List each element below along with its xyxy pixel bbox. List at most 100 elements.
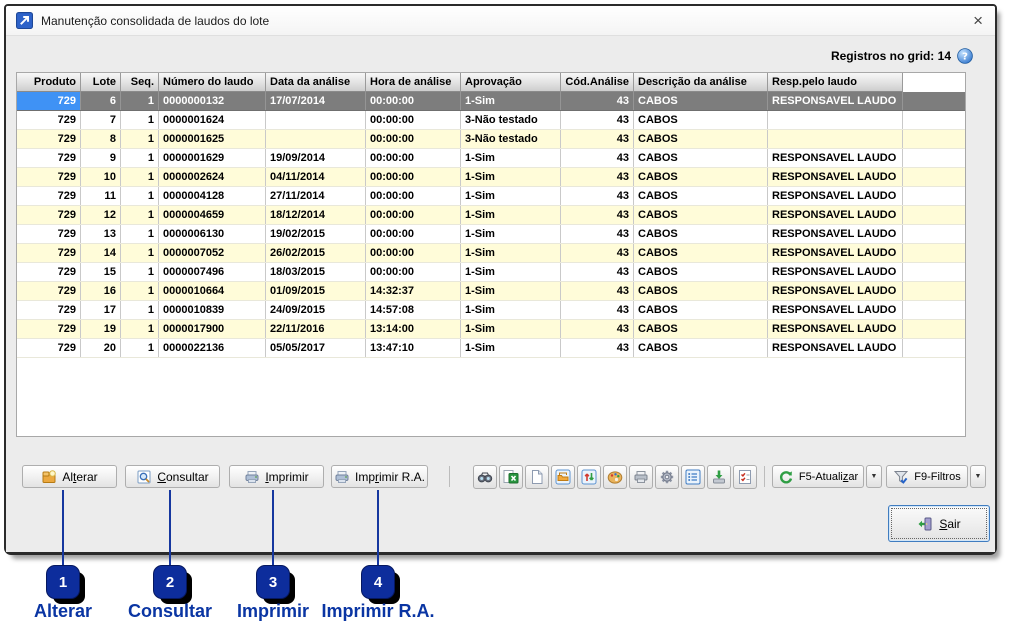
grid-row[interactable]: 729201000002213605/05/201713:47:101-Sim4…: [17, 339, 965, 358]
grid-row[interactable]: 729151000000749618/03/201500:00:001-Sim4…: [17, 263, 965, 282]
grid-cell: 729: [17, 282, 81, 300]
grid-row[interactable]: 729161000001066401/09/201514:32:371-Sim4…: [17, 282, 965, 301]
grid-row[interactable]: 729131000000613019/02/201500:00:001-Sim4…: [17, 225, 965, 244]
grid-cell: 24/09/2015: [266, 301, 366, 319]
column-header[interactable]: Data da análise: [266, 73, 366, 92]
printer-small-button[interactable]: [629, 465, 653, 489]
imprimir-button[interactable]: Imprimir: [229, 465, 324, 488]
grid-cell: 17/07/2014: [266, 92, 366, 110]
grid-cell: RESPONSAVEL LAUDO: [768, 187, 903, 205]
column-header[interactable]: Hora de análise: [366, 73, 461, 92]
f5-atualizar-dropdown[interactable]: ▼: [866, 465, 882, 488]
grid-cell: 1: [121, 339, 159, 357]
grid-cell: 1: [121, 149, 159, 167]
printer-icon: [244, 469, 260, 485]
sort-columns-button[interactable]: [577, 465, 601, 489]
grid-row[interactable]: 729121000000465918/12/201400:00:001-Sim4…: [17, 206, 965, 225]
grid-cell: 729: [17, 320, 81, 338]
grid-cell: 43: [561, 168, 634, 186]
grid-row[interactable]: 72971000000162400:00:003-Não testado43CA…: [17, 111, 965, 130]
consultar-button[interactable]: Consultar: [125, 465, 220, 488]
grid-cell: 10: [81, 168, 121, 186]
grid-cell: 8: [81, 130, 121, 148]
grid-cell: 04/11/2014: [266, 168, 366, 186]
grid-cell: 43: [561, 263, 634, 281]
exit-button[interactable]: Sair: [888, 505, 990, 542]
grid-cell: 1: [121, 111, 159, 129]
grid-row[interactable]: 729111000000412827/11/201400:00:001-Sim4…: [17, 187, 965, 206]
grid-cell: 1: [121, 263, 159, 281]
grid-cell: 17: [81, 301, 121, 319]
f5-atualizar-label: F5-Atualizar: [799, 471, 858, 483]
column-header[interactable]: Resp.pelo laudo: [768, 73, 903, 92]
grid-row[interactable]: 729141000000705226/02/201500:00:001-Sim4…: [17, 244, 965, 263]
f5-atualizar-button[interactable]: F5-Atualizar: [772, 465, 864, 488]
dialog-window: Manutenção consolidada de laudos do lote…: [4, 4, 997, 555]
grid-cell: 18/03/2015: [266, 263, 366, 281]
grid-cell: CABOS: [634, 111, 768, 129]
grid-cell: 13: [81, 225, 121, 243]
column-header[interactable]: Número do laudo: [159, 73, 266, 92]
grid-cell: 00:00:00: [366, 244, 461, 262]
download-button[interactable]: [707, 465, 731, 489]
grid-cell: CABOS: [634, 320, 768, 338]
close-button[interactable]: ×: [971, 12, 985, 29]
folder-export-button[interactable]: [551, 465, 575, 489]
grid-header-row: ProdutoLoteSeq.Número do laudoData da an…: [17, 73, 965, 92]
checklist-button[interactable]: [733, 465, 757, 489]
app-icon: [16, 12, 33, 29]
grid-cell: CABOS: [634, 206, 768, 224]
grid-cell: 0000017900: [159, 320, 266, 338]
grid-cell: 00:00:00: [366, 225, 461, 243]
grid-cell: RESPONSAVEL LAUDO: [768, 225, 903, 243]
callout-label: Consultar: [128, 601, 212, 622]
grid-cell: 00:00:00: [366, 92, 461, 110]
grid-cell: 0000002624: [159, 168, 266, 186]
grid-cell: 43: [561, 149, 634, 167]
grid-cell: CABOS: [634, 339, 768, 357]
grid-cell: 1-Sim: [461, 149, 561, 167]
grid-config-button[interactable]: [681, 465, 705, 489]
f9-filtros-button[interactable]: F9-Filtros: [886, 465, 968, 488]
grid-cell: RESPONSAVEL LAUDO: [768, 92, 903, 110]
help-icon[interactable]: ?: [957, 48, 973, 64]
column-header[interactable]: Lote: [81, 73, 121, 92]
grid-cell: 729: [17, 206, 81, 224]
grid-row[interactable]: 72961000000013217/07/201400:00:001-Sim43…: [17, 92, 965, 111]
grid-cell: RESPONSAVEL LAUDO: [768, 320, 903, 338]
grid-cell: 43: [561, 320, 634, 338]
grid-cell: 00:00:00: [366, 187, 461, 205]
column-header[interactable]: Aprovação: [461, 73, 561, 92]
grid-cell: 43: [561, 282, 634, 300]
grid-row[interactable]: 729191000001790022/11/201613:14:001-Sim4…: [17, 320, 965, 339]
binoculars-button[interactable]: [473, 465, 497, 489]
grid-cell: 729: [17, 244, 81, 262]
grid-cell: RESPONSAVEL LAUDO: [768, 339, 903, 357]
column-header[interactable]: Descrição da análise: [634, 73, 768, 92]
grid-cell: 00:00:00: [366, 111, 461, 129]
binoculars-icon: [477, 469, 493, 485]
grid-cell: 0000004128: [159, 187, 266, 205]
grid-cell: CABOS: [634, 263, 768, 281]
grid-cell: 00:00:00: [366, 263, 461, 281]
alterar-button[interactable]: Alterar: [22, 465, 117, 488]
document-button[interactable]: [525, 465, 549, 489]
column-header[interactable]: Seq.: [121, 73, 159, 92]
gear-button[interactable]: [655, 465, 679, 489]
grid-row[interactable]: 72981000000162500:00:003-Não testado43CA…: [17, 130, 965, 149]
grid-cell: CABOS: [634, 301, 768, 319]
f9-filtros-dropdown[interactable]: ▼: [970, 465, 986, 488]
excel-export-button[interactable]: [499, 465, 523, 489]
grid-cell: 0000001629: [159, 149, 266, 167]
palette-button[interactable]: [603, 465, 627, 489]
column-header[interactable]: Produto: [17, 73, 81, 92]
grid-cell: 729: [17, 263, 81, 281]
grid-row[interactable]: 729101000000262404/11/201400:00:001-Sim4…: [17, 168, 965, 187]
imprimir-ra-button[interactable]: Imprimir R.A.: [331, 465, 428, 488]
grid-row[interactable]: 729171000001083924/09/201514:57:081-Sim4…: [17, 301, 965, 320]
refresh-icon: [778, 469, 794, 485]
column-header[interactable]: Cód.Análise: [561, 73, 634, 92]
records-label-text: Registros no grid:: [831, 49, 934, 63]
grid-cell: CABOS: [634, 92, 768, 110]
grid-row[interactable]: 72991000000162919/09/201400:00:001-Sim43…: [17, 149, 965, 168]
